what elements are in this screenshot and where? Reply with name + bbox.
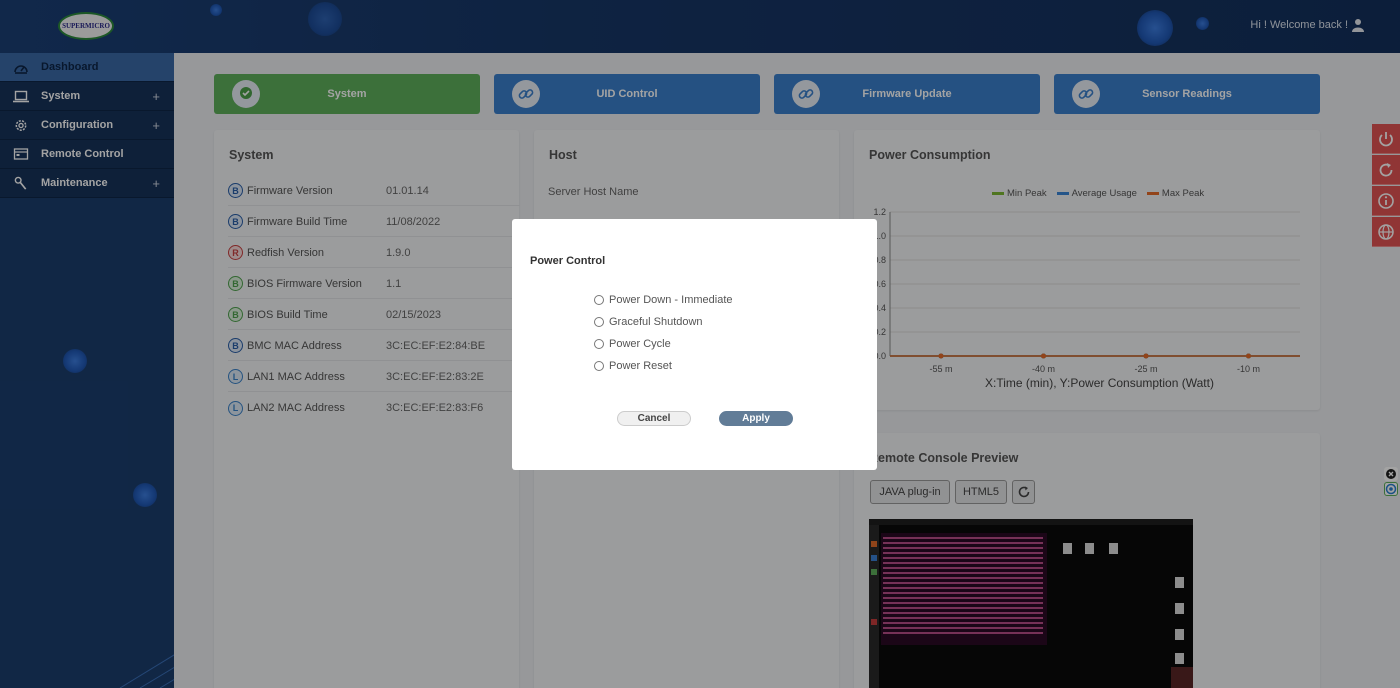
radio-power-cycle[interactable]: Power Cycle bbox=[594, 338, 671, 350]
cancel-button[interactable]: Cancel bbox=[617, 411, 691, 426]
apply-button[interactable]: Apply bbox=[719, 411, 793, 426]
radio-button[interactable] bbox=[594, 317, 604, 327]
radio-power-down-immediate[interactable]: Power Down - Immediate bbox=[594, 294, 733, 306]
radio-graceful-shutdown[interactable]: Graceful Shutdown bbox=[594, 316, 703, 328]
radio-label: Power Down - Immediate bbox=[609, 294, 733, 306]
radio-power-reset[interactable]: Power Reset bbox=[594, 360, 672, 372]
radio-button[interactable] bbox=[594, 339, 604, 349]
power-control-dialog: Power Control Power Down - Immediate Gra… bbox=[512, 219, 877, 470]
radio-label: Power Reset bbox=[609, 360, 672, 372]
radio-button[interactable] bbox=[594, 361, 604, 371]
radio-label: Graceful Shutdown bbox=[609, 316, 703, 328]
radio-label: Power Cycle bbox=[609, 338, 671, 350]
radio-button[interactable] bbox=[594, 295, 604, 305]
dialog-title: Power Control bbox=[530, 255, 606, 267]
